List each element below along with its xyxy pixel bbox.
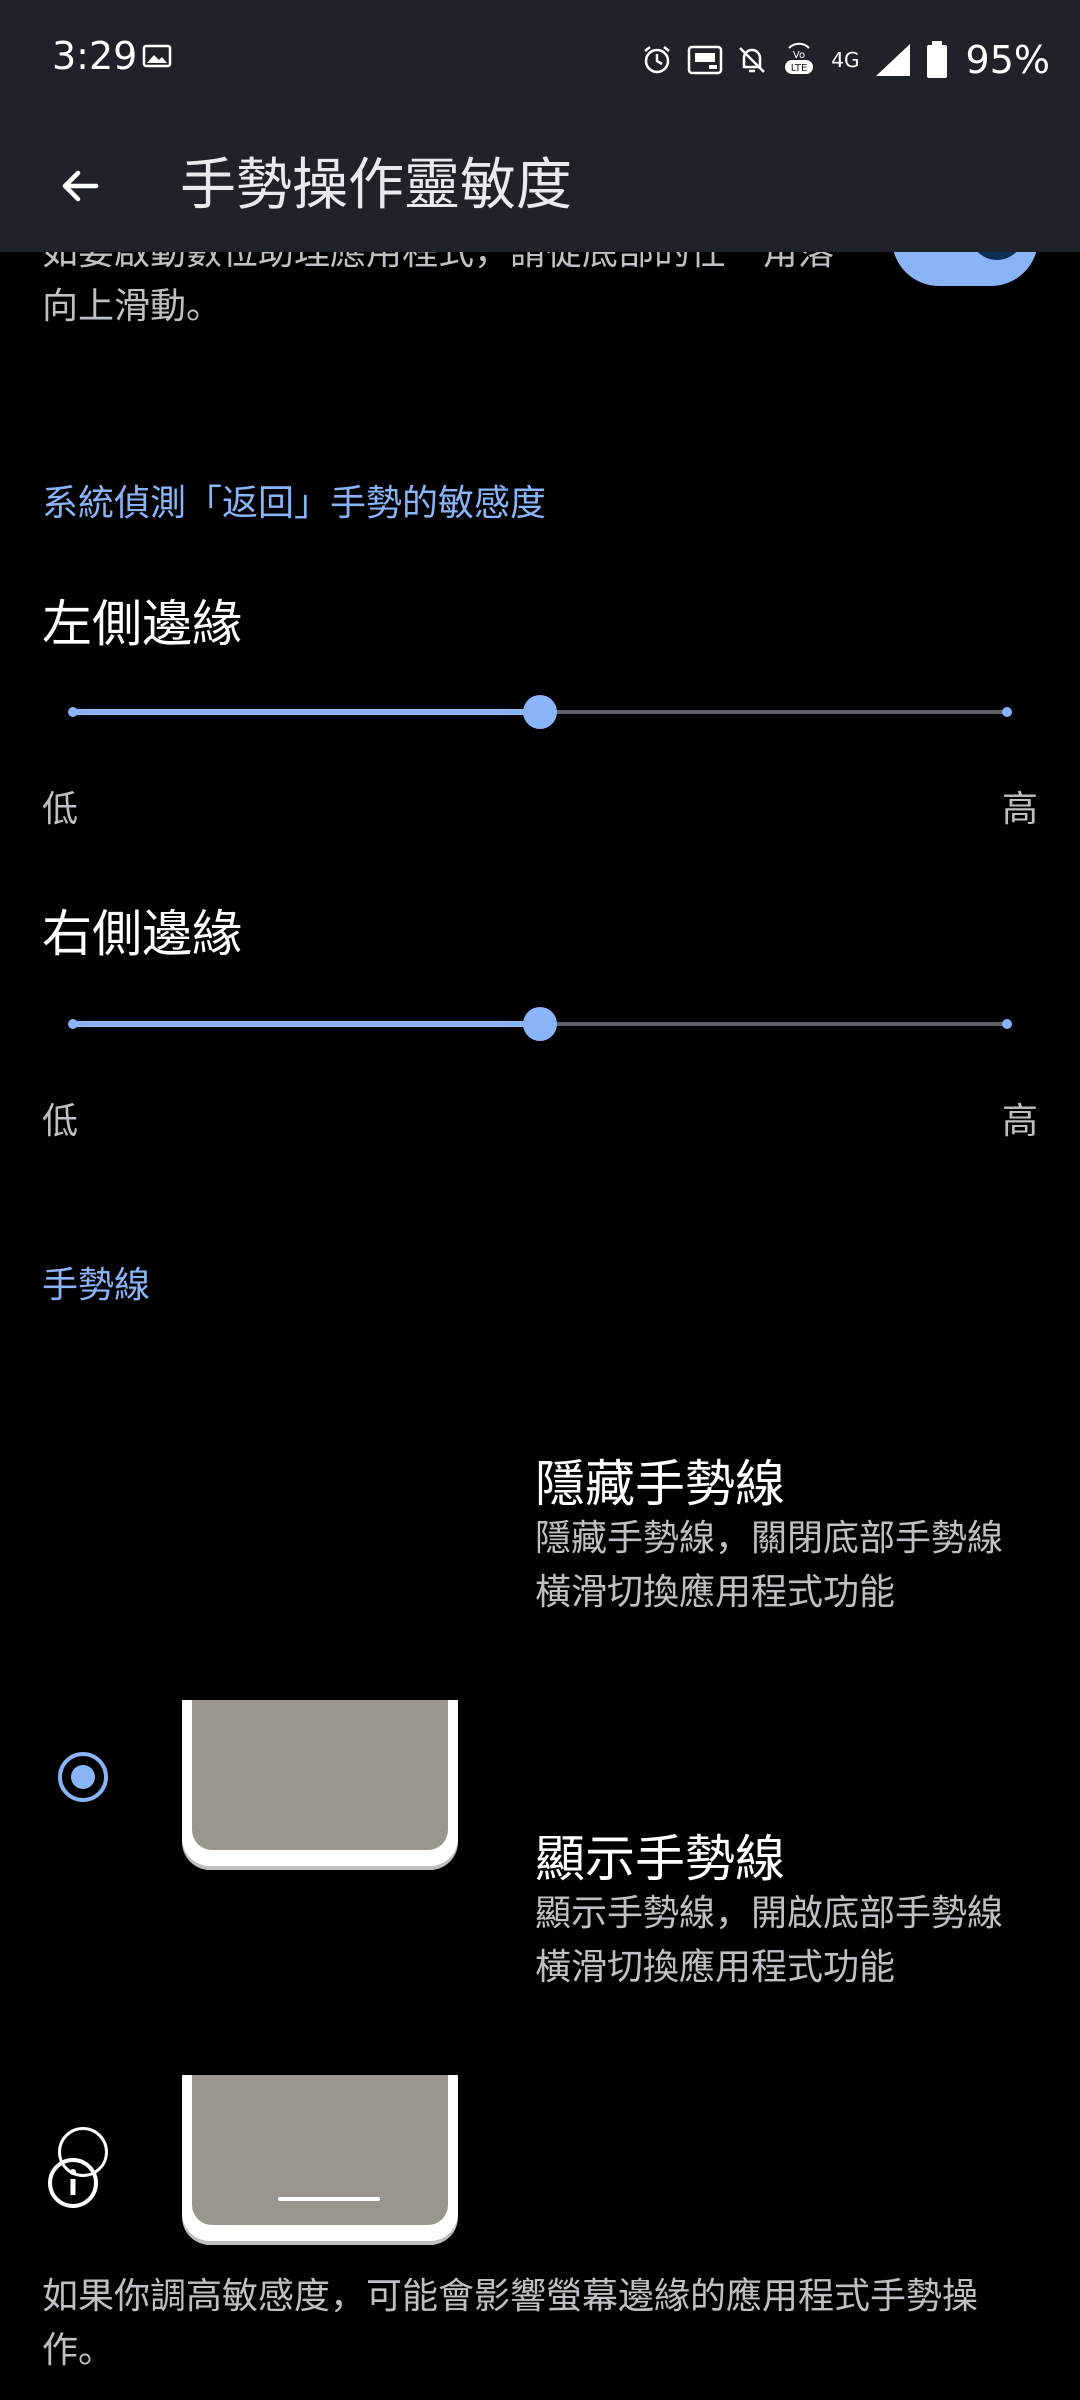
gesture-bar-section-header: 手勢線 xyxy=(42,1265,151,1306)
svg-text:LTE: LTE xyxy=(791,63,808,74)
assistant-toggle[interactable] xyxy=(892,252,1038,286)
show-gesture-bar-title: 顯示手勢線 xyxy=(535,1830,785,1888)
info-icon xyxy=(46,2156,100,2214)
auto-brightness-icon xyxy=(687,44,723,76)
show-gesture-bar-description: 顯示手勢線，開啟底部手勢線橫滑切換應用程式功能 xyxy=(535,1893,1004,1988)
slider-end-dot xyxy=(1002,1019,1012,1029)
bell-off-icon xyxy=(737,44,767,76)
status-time: 3:29 xyxy=(52,34,138,78)
back-button[interactable] xyxy=(40,146,120,226)
arrow-back-icon xyxy=(62,170,99,202)
slider-start-dot xyxy=(68,1019,78,1029)
slider-fill xyxy=(73,709,540,715)
back-gesture-section-header: 系統偵測「返回」手勢的敏感度 xyxy=(42,483,547,524)
app-bar: 手勢操作靈敏度 xyxy=(0,120,1080,252)
image-icon xyxy=(142,44,172,72)
left-edge-slider[interactable] xyxy=(68,692,1012,732)
left-edge-max-label: 高 xyxy=(1001,789,1038,830)
svg-text:Vo: Vo xyxy=(793,50,805,61)
settings-content[interactable]: 如要啟動數位助理應用程式，請從底部的任一角落向上滑動。 系統偵測「返回」手勢的敏… xyxy=(0,252,1080,2400)
right-edge-min-label: 低 xyxy=(42,1101,79,1142)
slider-start-dot xyxy=(68,707,78,717)
status-icons: LTE Vo 4G 95% xyxy=(641,36,1050,84)
page-title: 手勢操作靈敏度 xyxy=(180,153,572,218)
volte-icon: LTE Vo xyxy=(781,42,817,78)
network-4g-icon: 4G xyxy=(831,50,859,70)
right-edge-max-label: 高 xyxy=(1001,1101,1038,1142)
left-edge-title: 左側邊緣 xyxy=(42,595,242,653)
shown-bar-preview xyxy=(182,2075,458,2241)
slider-end-dot xyxy=(1002,707,1012,717)
right-edge-title: 右側邊緣 xyxy=(42,905,242,963)
left-edge-min-label: 低 xyxy=(42,789,79,830)
battery-icon xyxy=(926,41,948,79)
hide-gesture-bar-description: 隱藏手勢線，關閉底部手勢線橫滑切換應用程式功能 xyxy=(535,1518,1004,1613)
status-bar: 3:29 LTE Vo 4G 95% xyxy=(0,0,1080,120)
signal-icon xyxy=(874,42,912,78)
network-label: 4G xyxy=(831,48,860,72)
hide-gesture-bar-radio[interactable] xyxy=(58,1752,108,1802)
slider-thumb[interactable] xyxy=(523,1007,557,1041)
assistant-description: 如要啟動數位助理應用程式，請從底部的任一角落向上滑動。 xyxy=(42,252,835,327)
slider-fill xyxy=(73,1021,540,1027)
battery-percent: 95% xyxy=(965,38,1050,82)
sensitivity-warning-text: 如果你調高敏感度，可能會影響螢幕邊緣的應用程式手勢操作。 xyxy=(42,2276,979,2371)
preview-screen xyxy=(192,2075,448,2225)
slider-thumb[interactable] xyxy=(523,695,557,729)
alarm-icon xyxy=(641,44,673,76)
toggle-track xyxy=(892,252,1038,286)
right-edge-slider[interactable] xyxy=(68,1004,1012,1044)
gesture-line xyxy=(278,2197,380,2201)
hide-gesture-bar-title: 隱藏手勢線 xyxy=(535,1455,785,1513)
